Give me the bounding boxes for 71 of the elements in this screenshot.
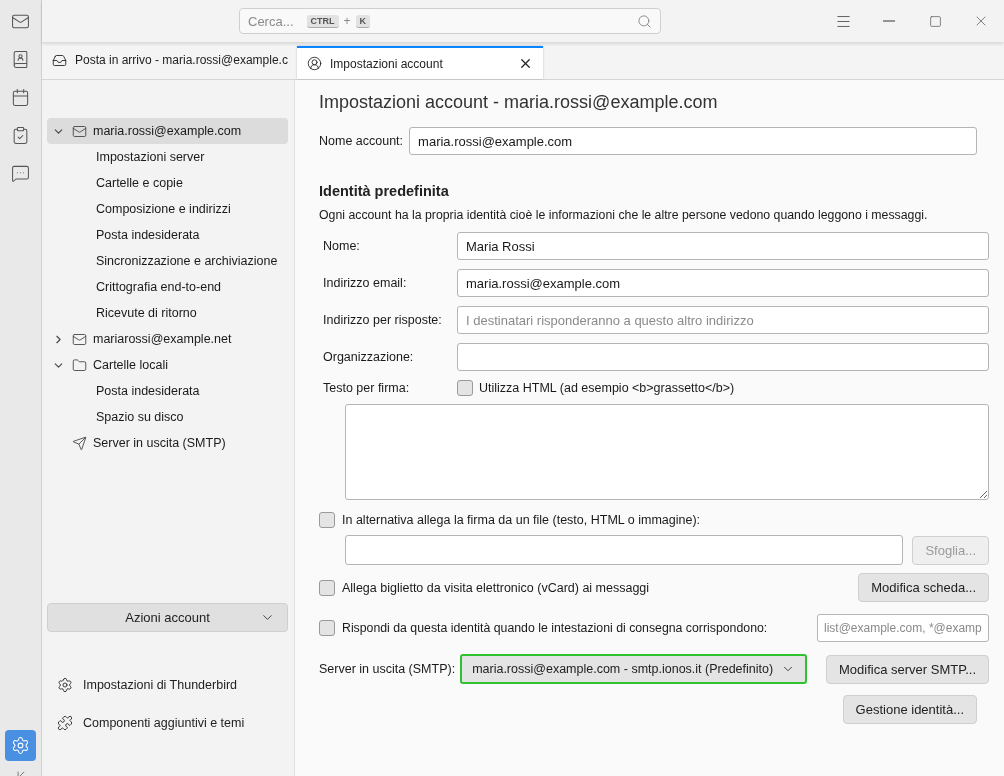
calendar-icon xyxy=(11,88,30,107)
tab[interactable]: Impostazioni account xyxy=(297,46,543,79)
account-tree-item[interactable]: Crittografia end-to-end xyxy=(47,274,288,300)
text-field[interactable]: I destinatari risponderanno a questo altro indirizzo xyxy=(457,306,989,334)
signature-field[interactable] xyxy=(345,404,989,500)
account-tree-item[interactable]: Composizione e indirizzi xyxy=(47,196,288,222)
text-field[interactable]: maria.rossi@example.com xyxy=(457,269,989,297)
search-field[interactable]: Cerca... CTRL + K xyxy=(239,8,661,34)
field-label: Indirizzo email: xyxy=(323,276,408,290)
field-label: Server in uscita (SMTP): xyxy=(319,662,456,676)
account-tree-item[interactable]: Sincronizzazione e archiviazione xyxy=(47,248,288,274)
account-tree-item[interactable]: maria.rossi@example.com xyxy=(47,118,288,144)
account-tree-item[interactable]: Posta indesiderata xyxy=(47,222,288,248)
account-tree-item[interactable]: Server in uscita (SMTP) xyxy=(47,430,288,456)
account-tree-item[interactable]: Cartelle e copie xyxy=(47,170,288,196)
settings-icon xyxy=(57,677,73,693)
account-name-field[interactable]: maria.rossi@example.com xyxy=(409,127,977,155)
settings-icon xyxy=(11,736,30,755)
search-icon xyxy=(637,13,652,29)
checkbox-label: Allega biglietto da visita elettronico (vCard) ai messaggi xyxy=(342,580,650,595)
keyboard-key: CTRL xyxy=(306,14,339,28)
account-tree-item[interactable]: Impostazioni server xyxy=(47,144,288,170)
chat-icon xyxy=(11,164,30,183)
field-label: Testo per firma: xyxy=(323,381,411,395)
field-label: Nome: xyxy=(323,239,361,253)
sidebar-link[interactable]: Componenti aggiuntivi e temi xyxy=(57,710,288,736)
smtp-server-dropdown[interactable]: maria.rossi@example.com - smtp.ionos.it (Predefinito) xyxy=(460,654,808,684)
inbox-icon xyxy=(52,52,67,68)
page-title: Impostazioni account - maria.rossi@example.com xyxy=(319,92,719,113)
address-pattern-field[interactable]: list@example.com, *@examp xyxy=(817,614,989,642)
settings-space-button[interactable] xyxy=(5,730,36,761)
edit-card-button[interactable]: Modifica scheda... xyxy=(858,573,989,602)
text-field[interactable] xyxy=(457,343,989,371)
maximize-icon xyxy=(928,14,942,28)
account-tree-item[interactable]: Cartelle locali xyxy=(47,352,288,378)
address-book-icon xyxy=(11,50,30,69)
section-heading: Identità predefinita xyxy=(319,183,450,199)
envelope-icon xyxy=(72,123,87,139)
account-tree-item[interactable]: Spazio su disco xyxy=(47,404,288,430)
checkbox[interactable] xyxy=(319,579,335,596)
close-icon[interactable] xyxy=(518,56,533,71)
field-label: Indirizzo per risposte: xyxy=(323,313,443,327)
checkbox[interactable] xyxy=(457,380,473,396)
file-path-field[interactable] xyxy=(345,535,904,565)
checkbox[interactable] xyxy=(319,512,335,528)
field-label: Nome account: xyxy=(319,134,404,148)
envelope-icon xyxy=(72,331,87,347)
account-tree-item[interactable]: mariarossi@example.net xyxy=(47,326,288,352)
clipboard-icon xyxy=(11,126,30,145)
tab[interactable]: Posta in arrivo - maria.rossi@example.c xyxy=(42,41,295,79)
text-field[interactable]: Maria Rossi xyxy=(457,232,989,260)
checkbox[interactable] xyxy=(319,620,335,636)
edit-smtp-button[interactable]: Modifica server SMTP... xyxy=(825,654,989,684)
mail-icon xyxy=(11,12,30,31)
plus-sign: + xyxy=(343,14,351,28)
section-description: Ogni account ha la propria identità cioè le informazioni che le altre persone vedono quando leggono i messaggi. xyxy=(319,208,929,222)
field-label: Organizzazione: xyxy=(323,350,415,364)
send-icon xyxy=(72,435,87,451)
manage-identities-button[interactable]: Gestione identità... xyxy=(842,695,977,724)
user-icon xyxy=(307,56,322,71)
checkbox-label: Rispondi da questa identità quando le intestazioni di consegna corrispondono: xyxy=(342,621,768,635)
puzzle-icon xyxy=(57,715,73,731)
account-actions-button[interactable]: Azioni account xyxy=(47,603,288,632)
keyboard-key: K xyxy=(355,14,371,28)
sidebar-link[interactable]: Impostazioni di Thunderbird xyxy=(57,672,288,698)
account-tree-item[interactable]: Posta indesiderata xyxy=(47,378,288,404)
minimize-icon xyxy=(883,20,895,22)
account-tree-item[interactable]: Ricevute di ritorno xyxy=(47,300,288,326)
checkbox-label: In alternativa allega la firma da un file (testo, HTML o immagine): xyxy=(342,513,701,527)
folder-icon xyxy=(72,357,87,373)
checkbox-label: Utilizza HTML (ad esempio <b>grassetto</b>) xyxy=(479,381,735,395)
